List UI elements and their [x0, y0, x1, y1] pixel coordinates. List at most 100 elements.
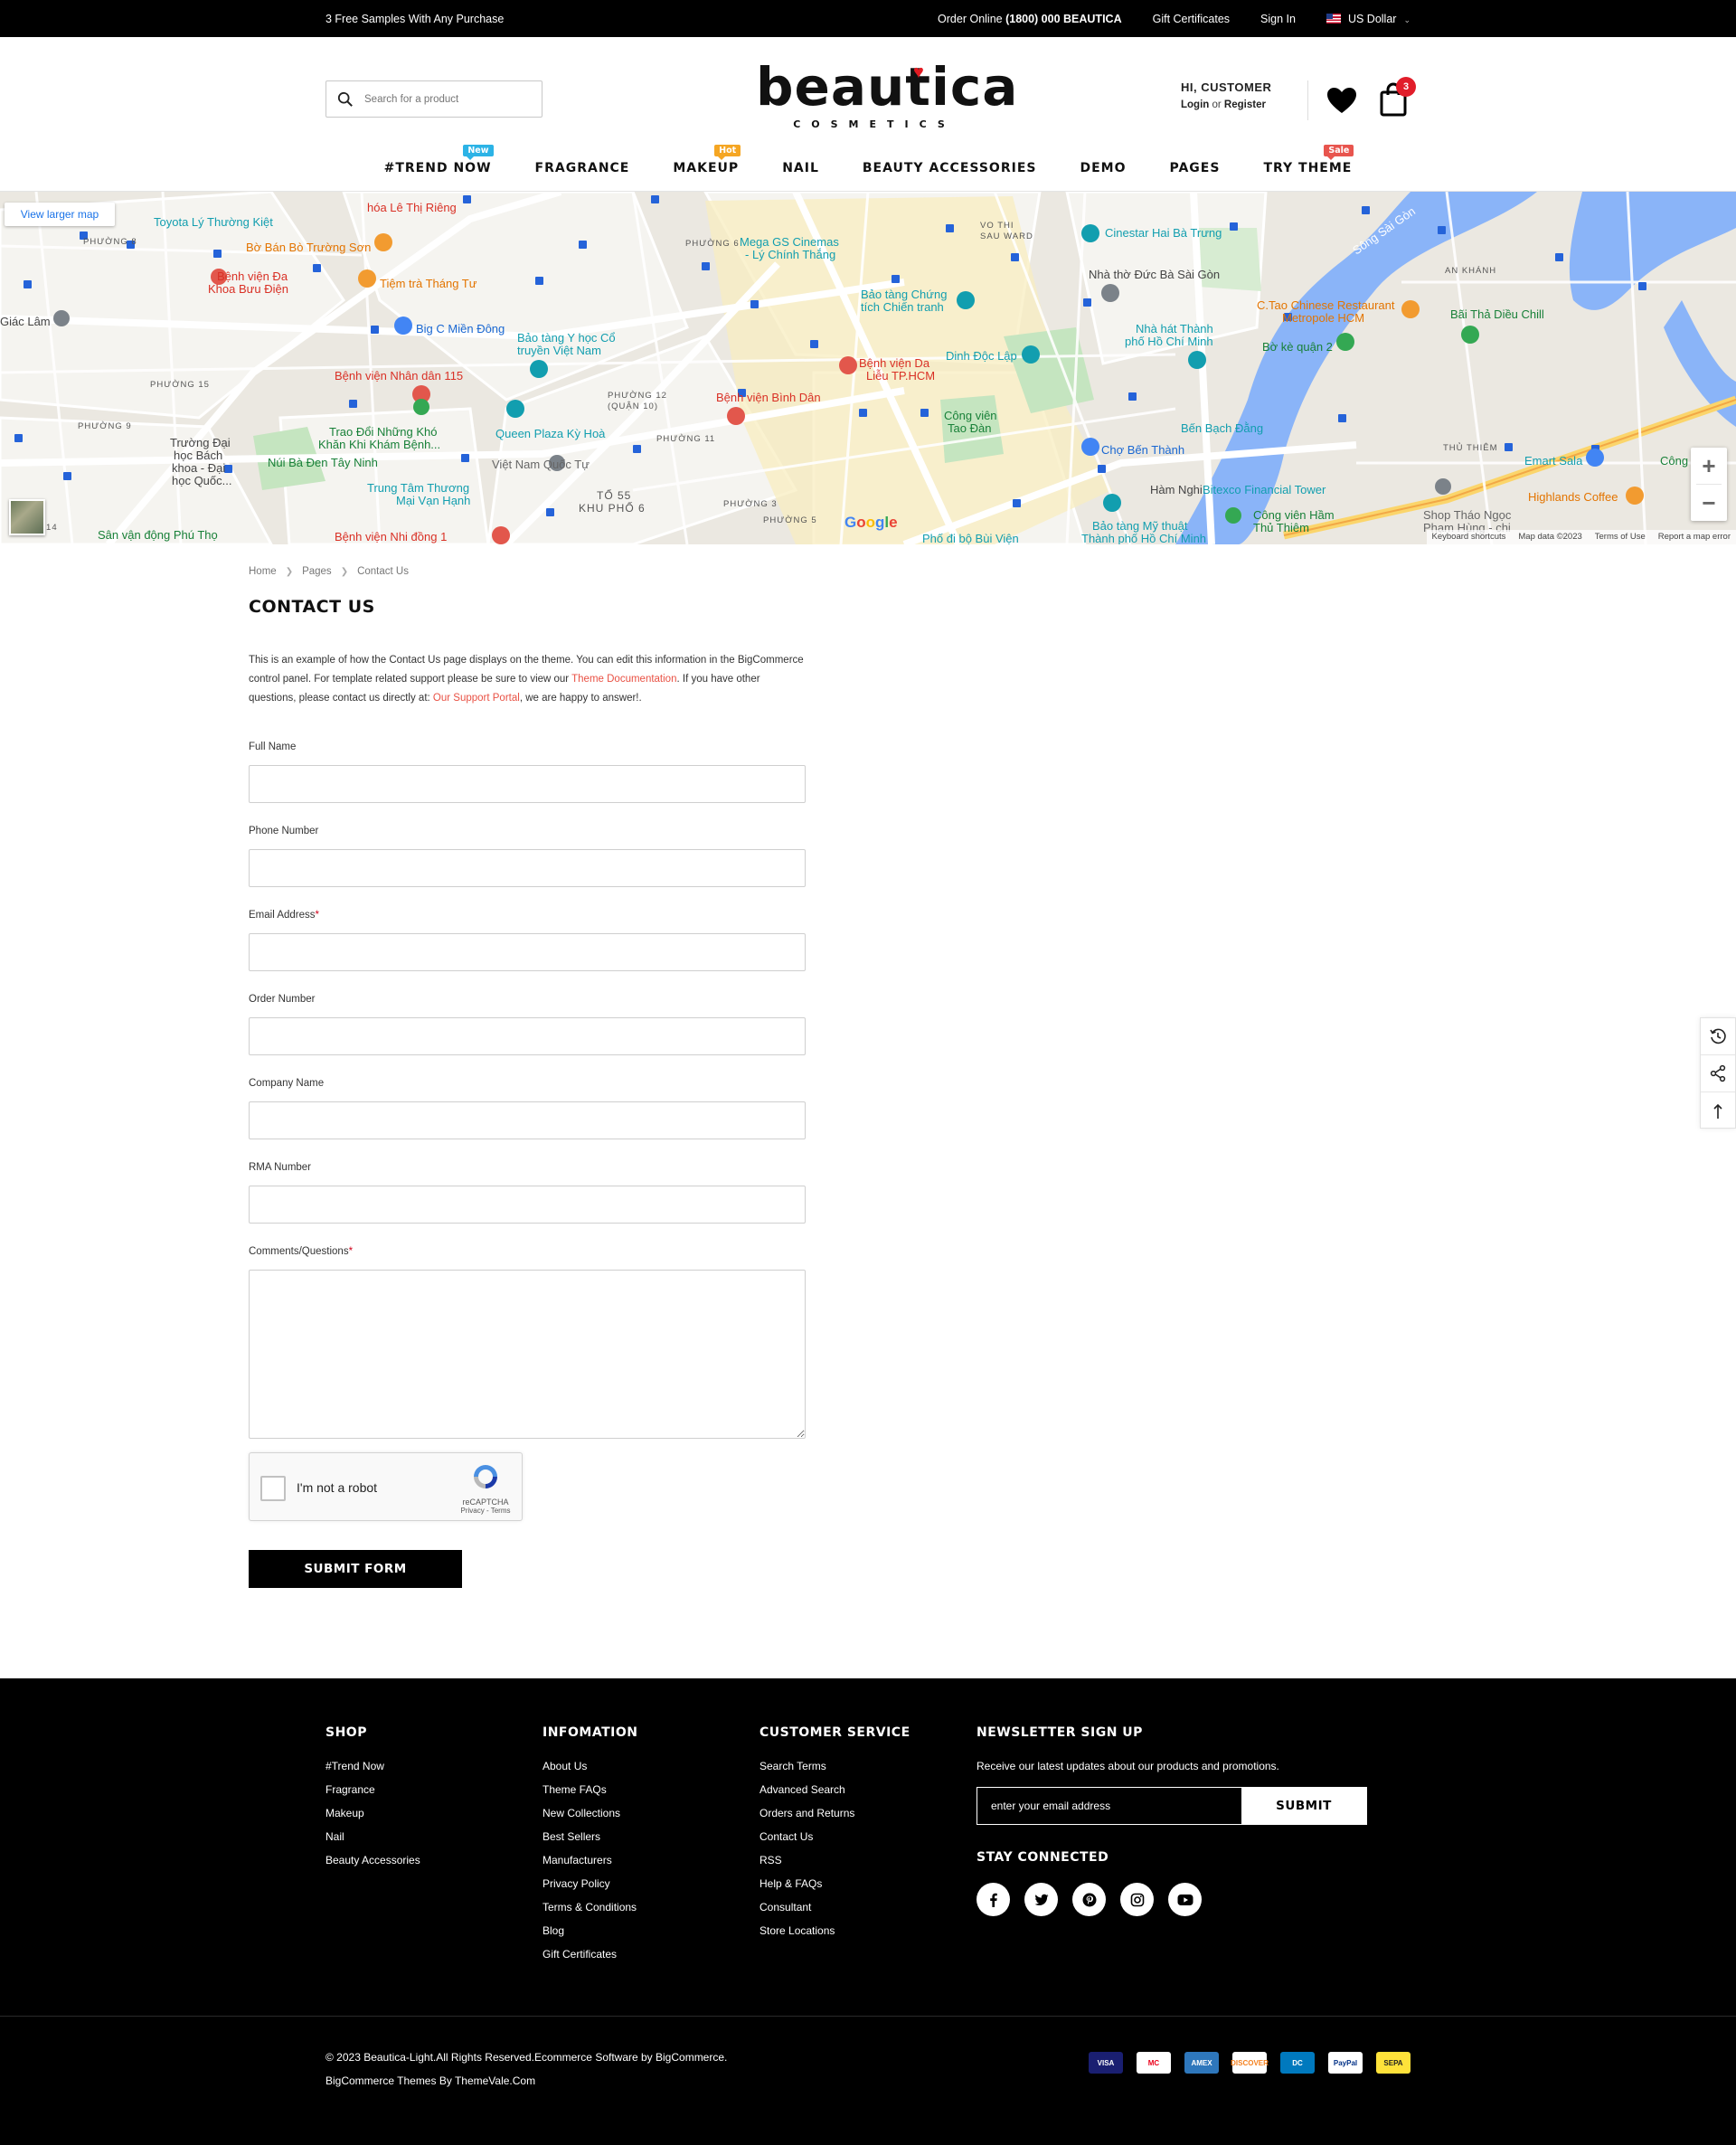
- recently-viewed-button[interactable]: [1701, 1018, 1735, 1055]
- greeting: HI, CUSTOMER: [1181, 80, 1272, 94]
- nav-badge: New: [463, 145, 494, 160]
- footer-link[interactable]: Fragrance: [326, 1783, 420, 1807]
- phone-number-input[interactable]: [249, 849, 806, 887]
- recaptcha-brand: reCAPTCHA: [462, 1498, 509, 1507]
- nav-item-beauty-accessories[interactable]: BEAUTY ACCESSORIES: [863, 161, 1037, 175]
- search-input[interactable]: [364, 93, 527, 105]
- facebook-icon[interactable]: [976, 1883, 1010, 1916]
- full-name-input[interactable]: [249, 765, 806, 803]
- comments-textarea[interactable]: [249, 1270, 806, 1439]
- svg-text:Toyota Lý Thường Kiệt: Toyota Lý Thường Kiệt: [154, 215, 273, 229]
- map-canvas[interactable]: Toyota Lý Thường Kiệt Bệnh viện ĐaKhoa B…: [0, 192, 1736, 544]
- company-name-input[interactable]: [249, 1101, 806, 1139]
- email-address-input[interactable]: [249, 933, 806, 971]
- footer-link[interactable]: Consultant: [760, 1901, 910, 1924]
- support-portal-link[interactable]: Our Support Portal: [433, 693, 520, 704]
- breadcrumb-home[interactable]: Home: [249, 566, 277, 577]
- footer-link[interactable]: Search Terms: [760, 1760, 910, 1783]
- logo[interactable]: beautica ♥ COSMETICS: [756, 61, 1017, 133]
- theme-credit-link[interactable]: BigCommerce Themes By ThemeVale.Com: [326, 2069, 727, 2093]
- keyboard-shortcuts-link[interactable]: Keyboard shortcuts: [1432, 532, 1506, 543]
- footer-link[interactable]: Best Sellers: [542, 1830, 637, 1854]
- svg-text:Bảo tàng Mỹ thuật: Bảo tàng Mỹ thuật: [1092, 519, 1188, 533]
- google-map[interactable]: Toyota Lý Thường Kiệt Bệnh viện Đa Khoa B…: [0, 192, 1736, 544]
- svg-text:Núi Bà Đen Tây Ninh: Núi Bà Đen Tây Ninh: [268, 456, 378, 469]
- nav-item-fragrance[interactable]: FRAGRANCE: [535, 161, 630, 175]
- google-logo: Google: [844, 514, 898, 531]
- svg-text:Bến Bạch Đằng: Bến Bạch Đằng: [1181, 421, 1263, 435]
- terms-of-use-link[interactable]: Terms of Use: [1595, 532, 1646, 543]
- zoom-in-button[interactable]: +: [1691, 448, 1727, 484]
- recaptcha-label: I'm not a robot: [297, 1480, 378, 1495]
- footer-heading: CUSTOMER SERVICE: [760, 1725, 910, 1740]
- breadcrumb-pages[interactable]: Pages: [302, 566, 332, 577]
- nav-item-nail[interactable]: NAIL: [782, 161, 819, 175]
- footer-link[interactable]: Makeup: [326, 1807, 420, 1830]
- chevron-down-icon: ⌄: [1403, 15, 1410, 24]
- nav-item-demo[interactable]: DEMO: [1080, 161, 1126, 175]
- footer-link[interactable]: Orders and Returns: [760, 1807, 910, 1830]
- svg-text:KHU PHỐ 6: KHU PHỐ 6: [579, 501, 646, 515]
- sign-in-link[interactable]: Sign In: [1260, 13, 1296, 25]
- share-button[interactable]: [1701, 1055, 1735, 1092]
- recaptcha-privacy-terms[interactable]: Privacy - Terms: [458, 1507, 513, 1515]
- cart-button[interactable]: 3: [1378, 77, 1416, 117]
- footer-link[interactable]: Advanced Search: [760, 1783, 910, 1807]
- svg-text:(QUẬN 10): (QUẬN 10): [608, 402, 658, 411]
- nav-item-label: DEMO: [1080, 161, 1127, 175]
- twitter-icon[interactable]: [1024, 1883, 1058, 1916]
- footer-link[interactable]: About Us: [542, 1760, 637, 1783]
- svg-text:Mại Vạn Hạnh: Mại Vạn Hạnh: [396, 494, 470, 507]
- report-map-error-link[interactable]: Report a map error: [1658, 532, 1731, 543]
- footer-link[interactable]: Privacy Policy: [542, 1877, 637, 1901]
- search-box[interactable]: [326, 80, 542, 118]
- submit-form-button[interactable]: SUBMIT FORM: [249, 1550, 462, 1588]
- footer-link[interactable]: New Collections: [542, 1807, 637, 1830]
- rma-number-input[interactable]: [249, 1186, 806, 1224]
- svg-text:Chợ Bến Thành: Chợ Bến Thành: [1101, 443, 1184, 457]
- footer-link[interactable]: Help & FAQs: [760, 1877, 910, 1901]
- instagram-icon[interactable]: [1120, 1883, 1154, 1916]
- nav-item-makeup[interactable]: MAKEUP Hot: [673, 145, 741, 175]
- youtube-icon[interactable]: [1168, 1883, 1202, 1916]
- svg-text:Dinh Độc Lập: Dinh Độc Lập: [946, 349, 1017, 363]
- back-to-top-button[interactable]: [1701, 1092, 1735, 1129]
- order-number-input[interactable]: [249, 1017, 806, 1055]
- svg-text:Cinestar Hai Bà Trưng: Cinestar Hai Bà Trưng: [1105, 226, 1222, 240]
- nav-item-pages[interactable]: PAGES: [1170, 161, 1221, 175]
- footer-link[interactable]: Nail: [326, 1830, 420, 1854]
- theme-documentation-link[interactable]: Theme Documentation: [571, 674, 676, 685]
- satellite-toggle[interactable]: [9, 499, 45, 535]
- recaptcha-checkbox[interactable]: [260, 1476, 286, 1501]
- footer-link[interactable]: Store Locations: [760, 1924, 910, 1948]
- gift-certificates-link[interactable]: Gift Certificates: [1153, 13, 1230, 25]
- newsletter-section: NEWSLETTER SIGN UP Receive our latest up…: [976, 1725, 1367, 1916]
- svg-text:Bệnh viện Da: Bệnh viện Da: [859, 356, 930, 370]
- currency-selector[interactable]: US Dollar ⌄: [1326, 13, 1410, 25]
- form-field: Full Name: [249, 742, 806, 826]
- nav-item-trend-now[interactable]: #TREND NOW New: [384, 145, 494, 175]
- zoom-out-button[interactable]: −: [1691, 485, 1727, 521]
- footer-link[interactable]: Blog: [542, 1924, 637, 1948]
- newsletter-submit-button[interactable]: SUBMIT: [1241, 1788, 1366, 1824]
- view-larger-map-link[interactable]: View larger map: [5, 203, 115, 226]
- footer-link[interactable]: Terms & Conditions: [542, 1901, 637, 1924]
- recaptcha-logo: reCAPTCHA Privacy - Terms: [458, 1462, 513, 1515]
- svg-text:Bitexco Financial Tower: Bitexco Financial Tower: [1203, 483, 1326, 496]
- svg-text:PHƯỜNG 9: PHƯỜNG 9: [78, 421, 132, 431]
- footer-link[interactable]: RSS: [760, 1854, 910, 1877]
- footer-link[interactable]: Gift Certificates: [542, 1948, 637, 1971]
- footer-link[interactable]: Contact Us: [760, 1830, 910, 1854]
- footer-link[interactable]: Beauty Accessories: [326, 1854, 420, 1877]
- footer-service-column: CUSTOMER SERVICE Search Terms Advanced Se…: [760, 1725, 910, 1948]
- footer-link[interactable]: Theme FAQs: [542, 1783, 637, 1807]
- newsletter-email-input[interactable]: [977, 1788, 1241, 1824]
- wishlist-heart-icon[interactable]: [1326, 86, 1358, 115]
- login-link[interactable]: Login: [1181, 99, 1209, 110]
- register-link[interactable]: Register: [1224, 99, 1266, 110]
- footer-link[interactable]: Manufacturers: [542, 1854, 637, 1877]
- page-title: CONTACT US: [249, 597, 375, 617]
- nav-item-try-theme[interactable]: TRY THEME Sale: [1263, 145, 1354, 175]
- footer-link[interactable]: #Trend Now: [326, 1760, 420, 1783]
- pinterest-icon[interactable]: [1072, 1883, 1106, 1916]
